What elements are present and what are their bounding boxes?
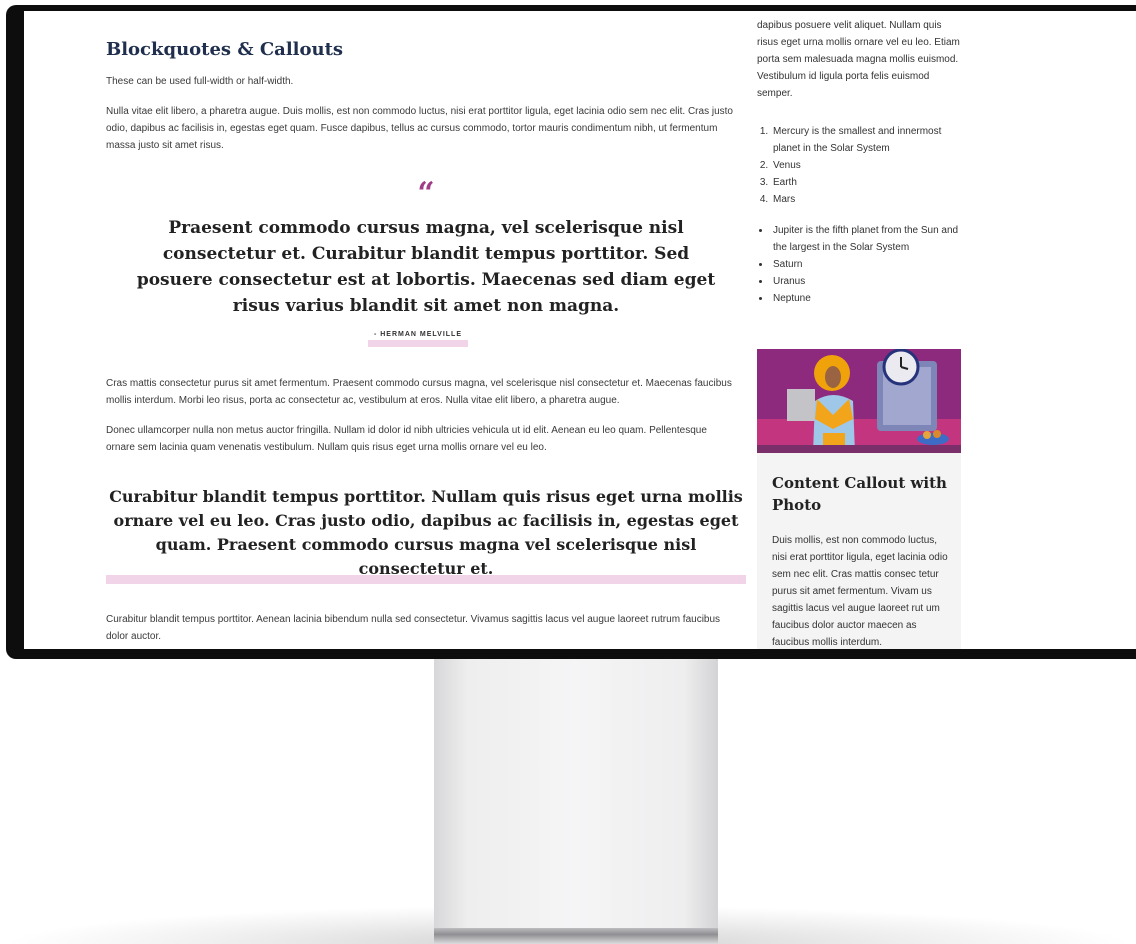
pull-quote: Praesent commodo cursus magna, vel scele… [136, 218, 716, 316]
quote-citation: - HERMAN MELVILLE [368, 329, 468, 347]
sidebar-text: dapibus posuere velit aliquet. Nullam qu… [757, 20, 960, 99]
list-item: Earth [771, 174, 961, 191]
article-paragraph-1: Nulla vitae elit libero, a pharetra augu… [106, 106, 733, 151]
monitor-stand [434, 659, 718, 937]
unordered-list: Jupiter is the fifth planet from the Sun… [757, 222, 961, 307]
list-item: Venus [771, 157, 961, 174]
monitor-screen: Blockquotes & Callouts These can be used… [24, 11, 1136, 649]
intro-text: These can be used full-width or half-wid… [106, 76, 294, 87]
callout-card-title: Content Callout with Photo [772, 474, 947, 514]
article-paragraph-3: Donec ullamcorper nulla non metus auctor… [106, 425, 707, 453]
quote-mark-icon: “ [417, 176, 435, 211]
monitor-stand-foot [434, 928, 718, 944]
section-heading: Blockquotes & Callouts [106, 39, 344, 60]
callout-quote: Curabitur blandit tempus porttitor. Null… [109, 487, 743, 578]
ordered-list: Mercury is the smallest and innermost pl… [757, 123, 961, 208]
photo-illustration [757, 349, 961, 453]
list-item: Jupiter is the fifth planet from the Sun… [771, 222, 961, 256]
callout-highlight-bar [106, 575, 746, 584]
content-callout-card: Content Callout with Photo Duis mollis, … [757, 453, 961, 649]
monitor-bezel: Blockquotes & Callouts These can be used… [6, 5, 1136, 659]
list-item: Saturn [771, 256, 961, 273]
list-item: Mercury is the smallest and innermost pl… [771, 123, 961, 157]
list-item: Neptune [771, 290, 961, 307]
callout-card-text: Duis mollis, est non commodo luctus, nis… [772, 535, 948, 648]
callout-photo [757, 349, 961, 453]
article-paragraph-2: Cras mattis consectetur purus sit amet f… [106, 378, 732, 406]
article-paragraph-4: Curabitur blandit tempus porttitor. Aene… [106, 614, 721, 642]
list-item: Uranus [771, 273, 961, 290]
list-item: Mars [771, 191, 961, 208]
